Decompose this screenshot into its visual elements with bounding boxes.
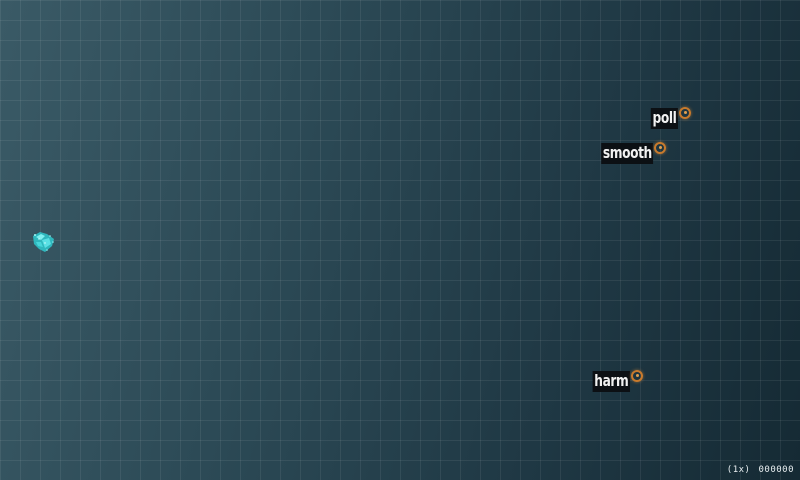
word-target-harm: harm <box>586 369 643 392</box>
word-label: poll <box>650 108 678 129</box>
score-hud: (1x) 000000 <box>727 465 794 475</box>
word-target-poll: poll <box>646 106 691 129</box>
background-grid <box>0 0 800 480</box>
target-ring-icon <box>654 141 666 154</box>
word-label: harm <box>592 371 630 392</box>
multiplier-text: (1x) <box>726 465 751 475</box>
word-target-smooth: smooth <box>592 141 666 164</box>
game-stage[interactable]: poll smooth harm (1x) 000000 <box>0 0 800 480</box>
word-label: smooth <box>600 143 653 164</box>
target-ring-icon <box>631 369 643 382</box>
target-ring-icon <box>679 106 691 119</box>
crystal-ship-icon <box>33 232 54 252</box>
score-text: 000000 <box>758 465 794 475</box>
